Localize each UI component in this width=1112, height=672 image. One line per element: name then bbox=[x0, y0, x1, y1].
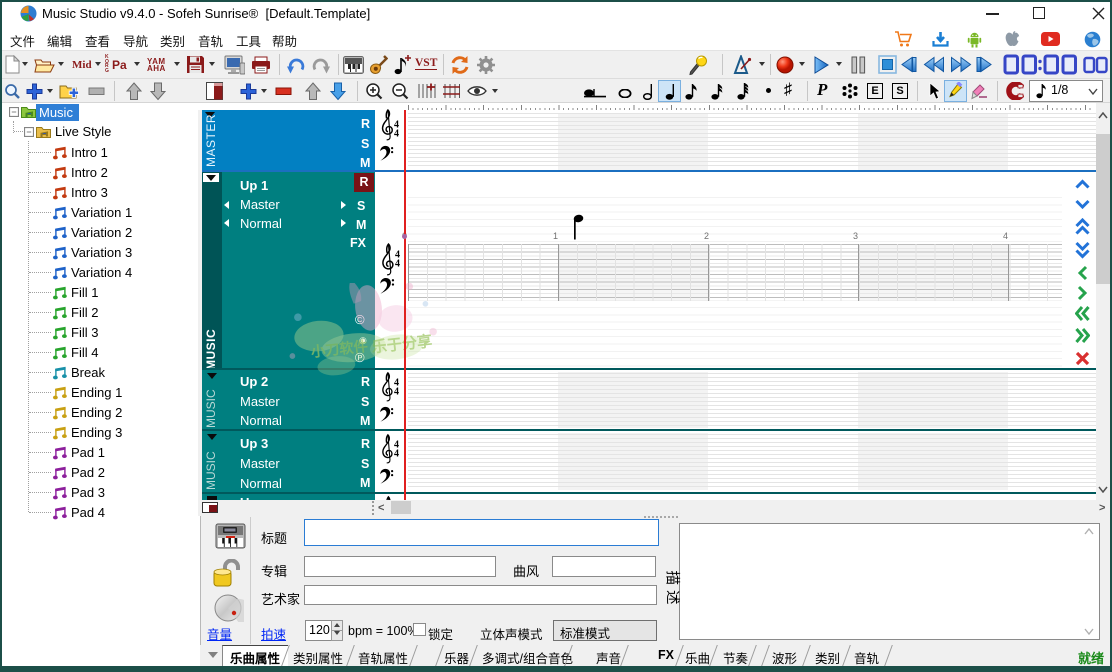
svg-text:乐于分享: 乐于分享 bbox=[371, 332, 433, 356]
